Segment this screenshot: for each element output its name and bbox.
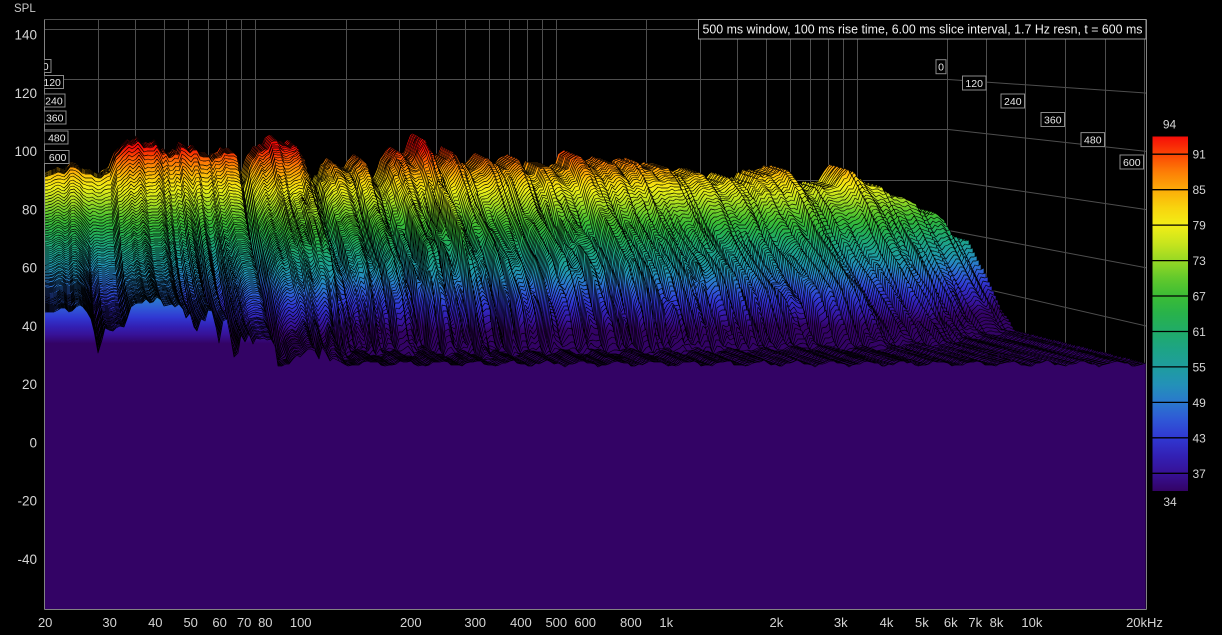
svg-text:94: 94 xyxy=(1163,118,1177,132)
svg-text:80: 80 xyxy=(22,202,37,217)
svg-text:5k: 5k xyxy=(915,615,929,630)
svg-text:600: 600 xyxy=(574,615,596,630)
svg-text:480: 480 xyxy=(48,132,66,144)
svg-text:240: 240 xyxy=(45,95,63,107)
svg-text:20: 20 xyxy=(38,615,52,630)
svg-text:30: 30 xyxy=(102,615,116,630)
svg-text:0: 0 xyxy=(29,435,37,450)
svg-text:10k: 10k xyxy=(1021,615,1042,630)
svg-text:70: 70 xyxy=(237,615,251,630)
svg-text:2k: 2k xyxy=(770,615,784,630)
svg-text:360: 360 xyxy=(46,112,64,124)
svg-text:91: 91 xyxy=(1193,148,1207,162)
svg-text:49: 49 xyxy=(1193,396,1207,410)
svg-text:43: 43 xyxy=(1193,431,1207,445)
svg-text:600: 600 xyxy=(49,152,67,164)
svg-text:120: 120 xyxy=(965,78,983,90)
svg-text:300: 300 xyxy=(464,615,486,630)
svg-text:140: 140 xyxy=(14,28,37,43)
svg-text:SPL: SPL xyxy=(14,3,36,15)
svg-text:120: 120 xyxy=(43,77,61,89)
svg-text:20: 20 xyxy=(22,377,37,392)
svg-text:0: 0 xyxy=(938,62,944,74)
svg-text:360: 360 xyxy=(1044,114,1062,126)
svg-text:7k: 7k xyxy=(968,615,982,630)
svg-text:85: 85 xyxy=(1193,183,1207,197)
svg-text:40: 40 xyxy=(148,615,162,630)
svg-text:6k: 6k xyxy=(944,615,958,630)
svg-text:-20: -20 xyxy=(17,494,37,509)
svg-text:20kHz: 20kHz xyxy=(1126,615,1163,630)
svg-text:60: 60 xyxy=(22,261,37,276)
svg-text:240: 240 xyxy=(1004,96,1022,108)
svg-text:600: 600 xyxy=(1123,157,1141,169)
svg-text:800: 800 xyxy=(620,615,642,630)
svg-text:37: 37 xyxy=(1193,467,1207,481)
svg-text:-40: -40 xyxy=(17,552,37,567)
svg-text:40: 40 xyxy=(22,319,37,334)
svg-text:500 ms window, 100 ms rise tim: 500 ms window, 100 ms rise time, 6.00 ms… xyxy=(703,22,1143,37)
svg-text:200: 200 xyxy=(400,615,422,630)
svg-text:8k: 8k xyxy=(990,615,1004,630)
svg-text:400: 400 xyxy=(510,615,532,630)
svg-text:34: 34 xyxy=(1163,495,1177,509)
svg-text:500: 500 xyxy=(545,615,567,630)
svg-text:1k: 1k xyxy=(659,615,673,630)
svg-text:60: 60 xyxy=(212,615,226,630)
svg-text:480: 480 xyxy=(1084,134,1102,146)
svg-text:4k: 4k xyxy=(880,615,894,630)
svg-text:50: 50 xyxy=(183,615,197,630)
svg-text:120: 120 xyxy=(14,86,37,101)
svg-text:73: 73 xyxy=(1193,254,1207,268)
svg-text:100: 100 xyxy=(290,615,312,630)
svg-text:55: 55 xyxy=(1193,360,1207,374)
svg-text:79: 79 xyxy=(1193,219,1207,233)
svg-text:67: 67 xyxy=(1193,290,1207,304)
svg-text:3k: 3k xyxy=(834,615,848,630)
svg-text:61: 61 xyxy=(1193,325,1207,339)
svg-text:100: 100 xyxy=(14,144,37,159)
svg-text:80: 80 xyxy=(258,615,272,630)
